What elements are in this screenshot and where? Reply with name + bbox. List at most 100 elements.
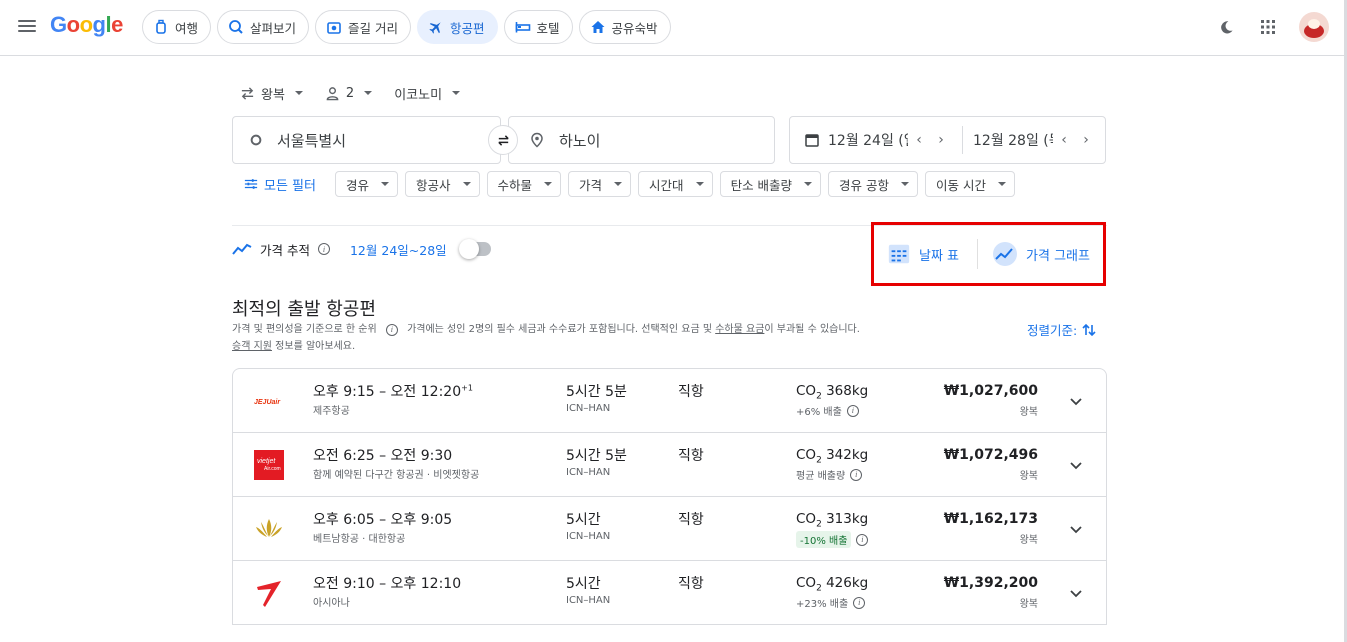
- tab-label: 공유숙박: [611, 20, 658, 36]
- price-type: 왕복: [1019, 599, 1038, 610]
- info-icon[interactable]: i: [856, 533, 869, 546]
- chevron-left-icon[interactable]: ‹: [908, 132, 930, 148]
- account-avatar[interactable]: [1299, 12, 1329, 42]
- flight-times: 오후 9:15 – 오전 12:20+1: [313, 383, 473, 400]
- flight-stops: 직항: [678, 576, 704, 592]
- info-icon[interactable]: i: [853, 596, 866, 609]
- filter-connecting-airports[interactable]: 경유 공항: [828, 171, 919, 197]
- flight-price: ₩1,072,496: [943, 447, 1038, 463]
- filter-price[interactable]: 가격: [568, 171, 632, 197]
- date-range-field: 12월 24일 (일) ‹ › 12월 28일 (목) ‹ ›: [789, 116, 1106, 164]
- google-logo[interactable]: Google: [50, 12, 123, 38]
- expand-chevron-icon[interactable]: [1066, 583, 1086, 603]
- camera-icon: [327, 22, 341, 34]
- price-tracking: 가격 추적 i 12월 24일~28일: [232, 239, 491, 259]
- flight-row[interactable]: vietjet Air.com 오전 6:25 – 오전 9:30 함께 예약된 …: [233, 433, 1106, 497]
- filter-emissions[interactable]: 탄소 배출량: [719, 171, 822, 197]
- flight-price: ₩1,162,173: [943, 511, 1038, 527]
- date-divider: [962, 126, 963, 154]
- flight-row[interactable]: 오전 9:10 – 오후 12:10 아시아나 5시간 ICN–HAN 직항 C…: [233, 561, 1106, 625]
- origin-input[interactable]: 서울특별시: [232, 116, 501, 164]
- emissions-note: +6% 배출 i: [796, 403, 859, 418]
- tab-label: 여행: [175, 20, 199, 36]
- info-icon[interactable]: i: [317, 243, 330, 255]
- vietnam-airlines-logo: [253, 513, 285, 545]
- filter-duration[interactable]: 이동 시간: [925, 171, 1016, 197]
- chevron-right-icon[interactable]: ›: [1075, 132, 1097, 148]
- view-options: 날짜 표 가격 그래프: [887, 238, 1090, 270]
- flight-stops: 직항: [678, 448, 704, 464]
- flight-route: ICN–HAN: [566, 531, 611, 542]
- jeju-air-logo: JEJUair: [253, 385, 285, 417]
- tab-hotels[interactable]: 호텔: [503, 10, 573, 44]
- bed-icon: [515, 22, 530, 33]
- price-tracking-toggle[interactable]: [458, 239, 491, 259]
- trip-type-select[interactable]: 왕복: [240, 84, 303, 103]
- flight-times: 오전 9:10 – 오후 12:10: [313, 576, 462, 592]
- info-icon[interactable]: i: [846, 404, 859, 417]
- tab-explore[interactable]: 살펴보기: [217, 10, 310, 44]
- tab-travel[interactable]: 여행: [142, 10, 212, 44]
- flight-duration: 5시간: [566, 576, 601, 592]
- return-date-field[interactable]: 12월 28일 (목) ‹ ›: [973, 117, 1097, 163]
- hamburger-menu-icon[interactable]: [18, 17, 36, 37]
- tune-icon: [244, 179, 258, 189]
- section-subtext: 가격 및 편의성을 기준으로 한 순위 i 가격에는 성인 2명의 필수 세금과…: [232, 323, 860, 352]
- top-app-bar: Google 여행 살펴보기 즐길 거리 항공편 호텔 공유숙박: [0, 0, 1347, 56]
- co2-emissions: CO2 313kg: [796, 511, 869, 530]
- tab-label: 항공편: [450, 20, 485, 36]
- passengers-select[interactable]: 2: [325, 86, 373, 101]
- origin-circle-icon: [249, 133, 263, 147]
- vietjet-logo: vietjet Air.com: [253, 449, 285, 481]
- chevron-down-icon: [544, 182, 553, 186]
- all-filters-button[interactable]: 모든 필터: [232, 171, 328, 197]
- section-title: 최적의 출발 항공편: [232, 299, 376, 320]
- view-divider: [977, 239, 979, 269]
- chevron-down-icon: [294, 91, 303, 95]
- flight-row[interactable]: JEJUair 오후 9:15 – 오전 12:20+1 제주항공 5시간 5분…: [233, 369, 1106, 433]
- tab-label: 살펴보기: [250, 20, 297, 36]
- flight-search-panel: 왕복 2 이코노미 서울특별시 하노이 12월 24일 (일) ‹ ›: [232, 80, 1107, 625]
- passenger-assistance-link[interactable]: 승객 지원: [232, 341, 272, 352]
- price-graph-button[interactable]: 가격 그래프: [992, 241, 1090, 267]
- flight-route: ICN–HAN: [566, 403, 611, 414]
- chevron-down-icon: [614, 182, 623, 186]
- flight-duration: 5시간 5분: [566, 384, 627, 400]
- sort-button[interactable]: 정렬기준:: [1027, 320, 1097, 339]
- bag-fees-link[interactable]: 수하물 요금: [715, 324, 764, 335]
- flight-price: ₩1,392,200: [943, 575, 1038, 591]
- filter-stops[interactable]: 경유: [334, 171, 398, 197]
- apps-grid-icon[interactable]: [1257, 16, 1279, 38]
- expand-chevron-icon[interactable]: [1066, 455, 1086, 475]
- filter-bags[interactable]: 수하물: [486, 171, 562, 197]
- chevron-down-icon: [998, 182, 1007, 186]
- depart-date-field[interactable]: 12월 24일 (일) ‹ ›: [790, 117, 952, 163]
- filter-airlines[interactable]: 항공사: [405, 171, 480, 197]
- cabin-class-select[interactable]: 이코노미: [394, 84, 461, 103]
- dark-mode-icon[interactable]: [1215, 16, 1237, 38]
- product-tabs: 여행 살펴보기 즐길 거리 항공편 호텔 공유숙박: [142, 10, 671, 44]
- flight-stops: 직항: [678, 384, 704, 400]
- flight-times: 오후 6:05 – 오후 9:05: [313, 512, 453, 528]
- tab-flights[interactable]: 항공편: [417, 10, 498, 44]
- tab-label: 즐길 거리: [348, 20, 399, 36]
- co2-emissions: CO2 368kg: [796, 383, 869, 402]
- price-graph-icon: [993, 242, 1018, 266]
- tab-vacation-rentals[interactable]: 공유숙박: [578, 10, 671, 44]
- emissions-note: -10% 배출 i: [796, 531, 869, 548]
- flight-route: ICN–HAN: [566, 467, 611, 478]
- filter-times[interactable]: 시간대: [638, 171, 713, 197]
- expand-chevron-icon[interactable]: [1066, 391, 1086, 411]
- date-grid-button[interactable]: 날짜 표: [887, 242, 959, 266]
- chevron-left-icon[interactable]: ‹: [1053, 132, 1075, 148]
- info-icon[interactable]: i: [385, 323, 398, 336]
- swap-locations-button[interactable]: [488, 125, 518, 155]
- flight-row[interactable]: 오후 6:05 – 오후 9:05 베트남항공 · 대한항공 5시간 ICN–H…: [233, 497, 1106, 561]
- destination-input[interactable]: 하노이: [508, 116, 775, 164]
- tab-things-to-do[interactable]: 즐길 거리: [315, 10, 412, 44]
- flight-results-list: JEJUair 오후 9:15 – 오전 12:20+1 제주항공 5시간 5분…: [232, 368, 1107, 625]
- expand-chevron-icon[interactable]: [1066, 519, 1086, 539]
- chevron-right-icon[interactable]: ›: [930, 132, 952, 148]
- airplane-icon: [429, 22, 441, 34]
- info-icon[interactable]: i: [850, 468, 863, 481]
